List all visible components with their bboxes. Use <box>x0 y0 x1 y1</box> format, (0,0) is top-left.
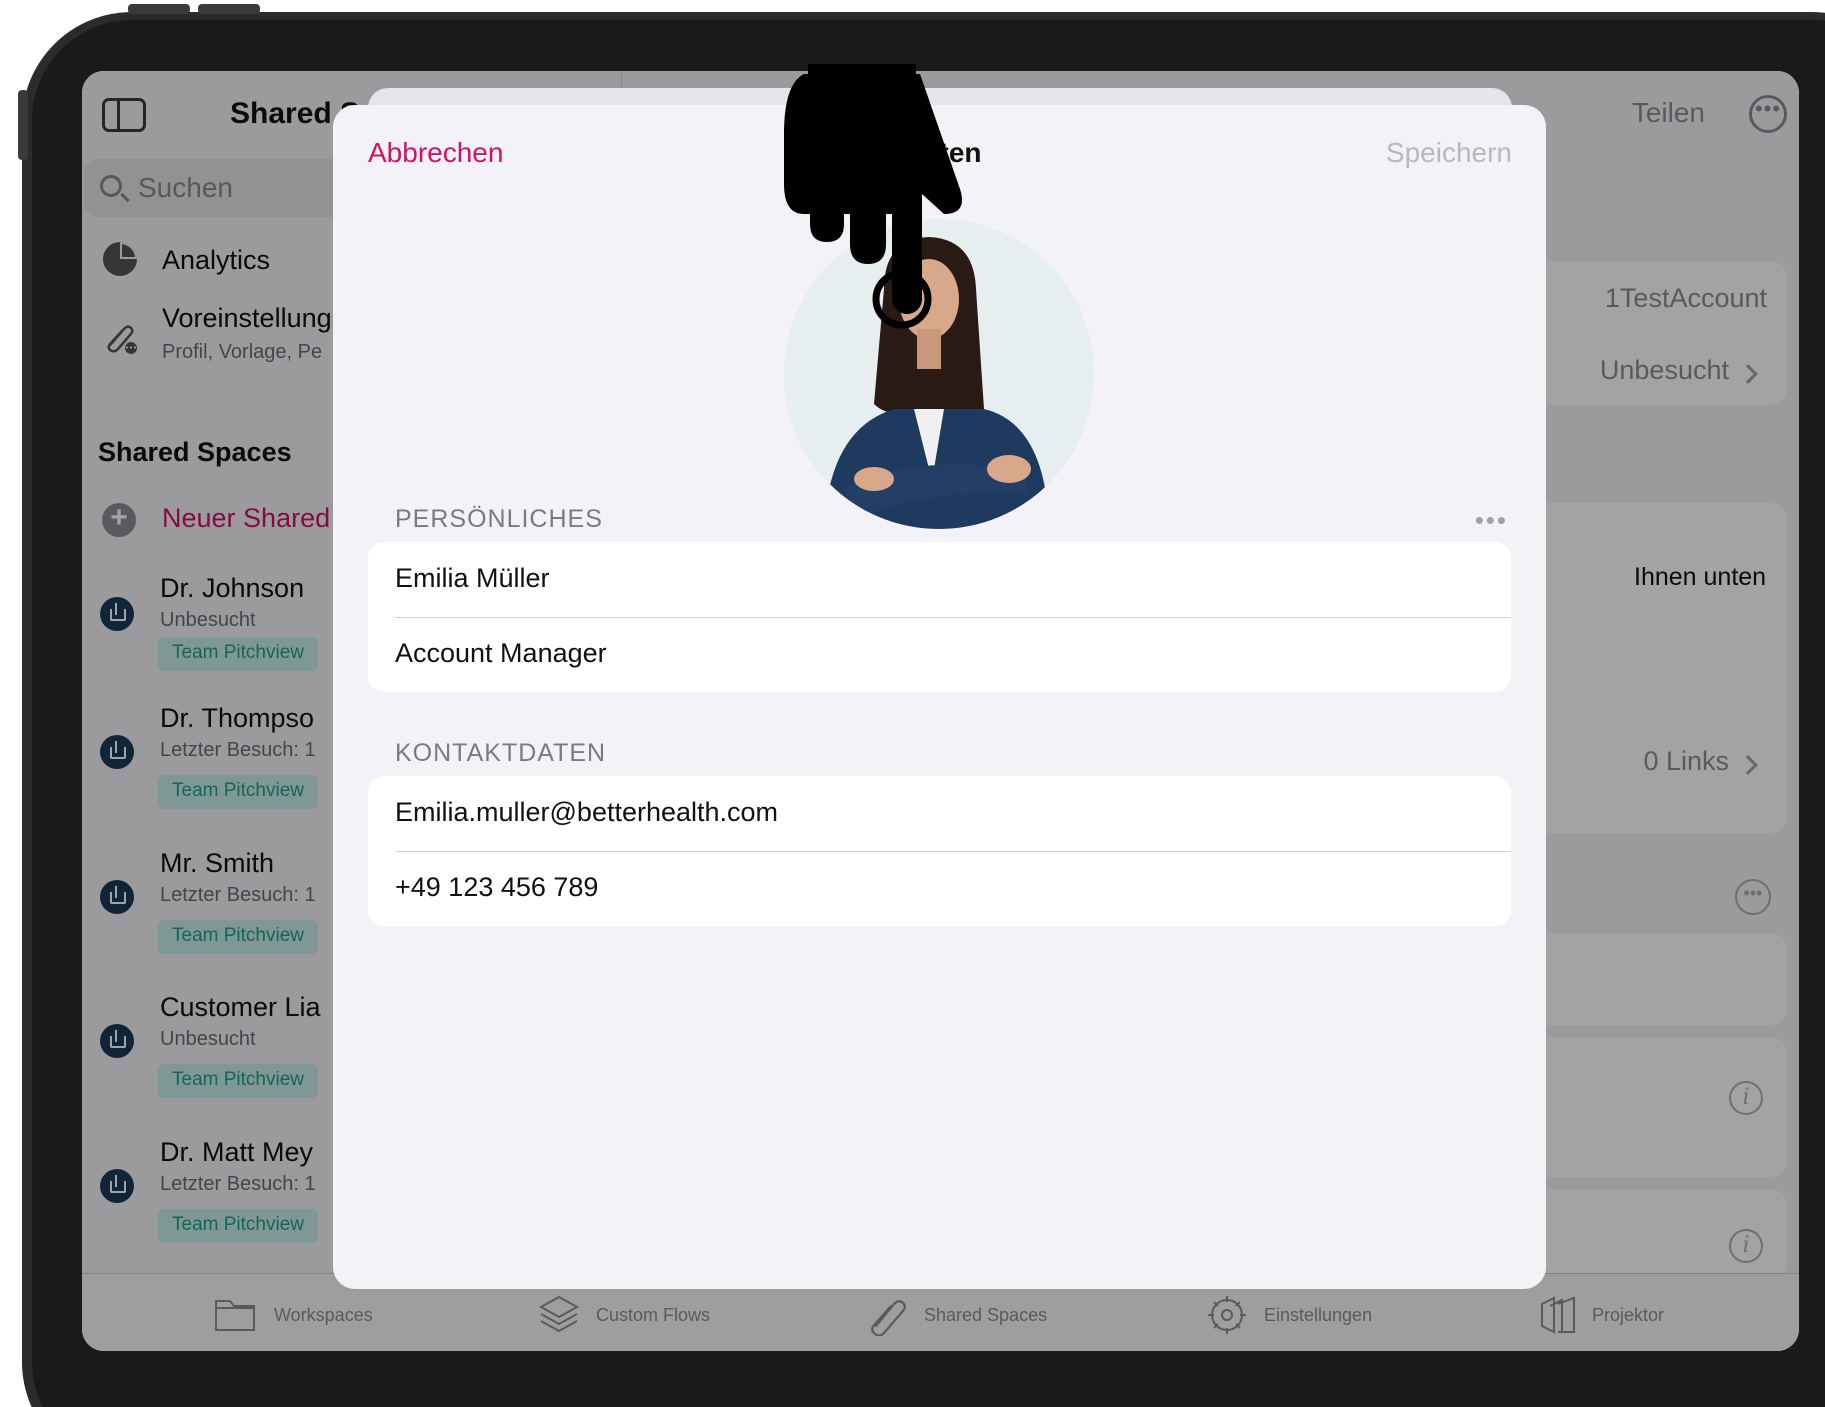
name-value: Emilia Müller <box>395 563 550 593</box>
phone-value: +49 123 456 789 <box>395 872 599 902</box>
personal-card: Emilia Müller Account Manager <box>368 542 1511 692</box>
email-value: Emilia.muller@betterhealth.com <box>395 797 779 827</box>
name-field[interactable]: Emilia Müller <box>368 542 1511 617</box>
side-button <box>18 90 28 160</box>
contact-card: Emilia.muller@betterhealth.com +49 123 4… <box>368 776 1511 926</box>
save-button[interactable]: Speichern <box>1386 137 1512 169</box>
tap-hand-icon <box>784 64 962 329</box>
section-header-contact: KONTAKTDATEN <box>395 739 607 767</box>
role-field[interactable]: Account Manager <box>368 617 1511 692</box>
volume-button <box>198 4 260 14</box>
email-field[interactable]: Emilia.muller@betterhealth.com <box>368 776 1511 851</box>
volume-button <box>128 4 190 14</box>
role-value: Account Manager <box>395 638 607 668</box>
cancel-button[interactable]: Abbrechen <box>368 137 503 169</box>
section-header-personal: PERSÖNLICHES <box>395 505 603 533</box>
stage: Shared S Suchen Analytics ••• Voreinstel… <box>0 0 1825 1407</box>
phone-field[interactable]: +49 123 456 789 <box>368 851 1511 926</box>
more-options-icon[interactable]: ••• <box>1475 505 1508 536</box>
